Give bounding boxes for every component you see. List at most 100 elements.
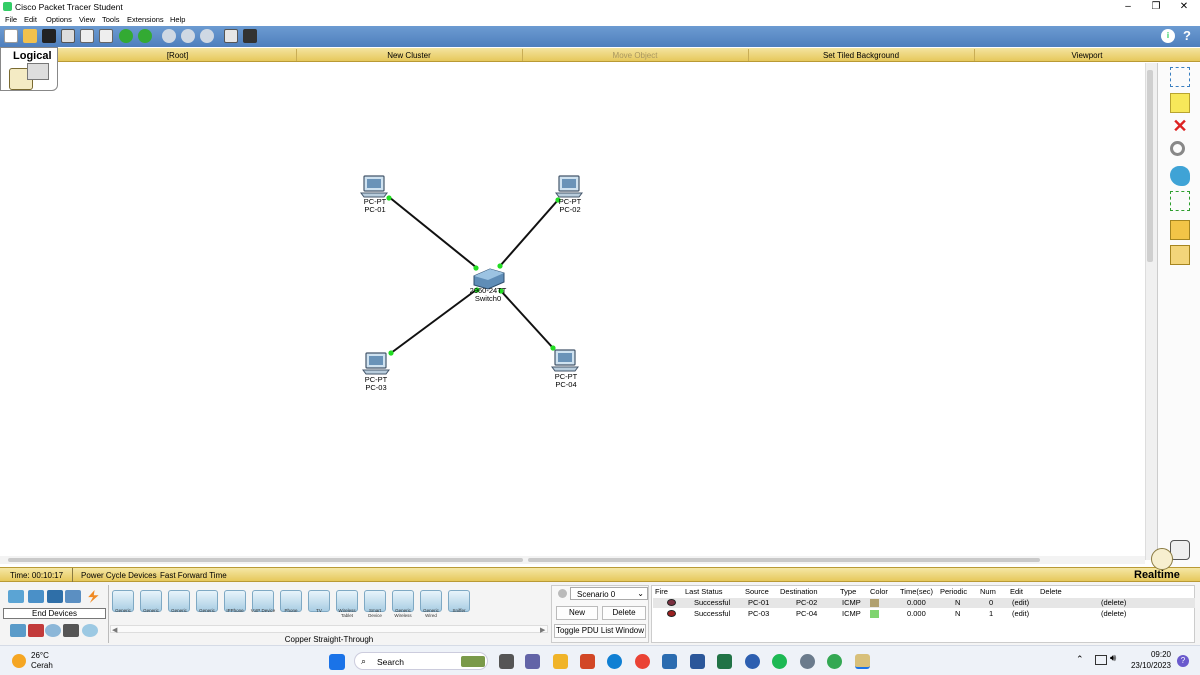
- connections-icon[interactable]: [88, 590, 99, 603]
- realtime-mode-label[interactable]: Realtime: [1134, 569, 1180, 581]
- note-icon[interactable]: [1170, 93, 1190, 113]
- delete-scenario-button[interactable]: Delete: [602, 606, 646, 620]
- power-cycle-button[interactable]: Power Cycle Devices: [81, 571, 157, 580]
- redo-icon[interactable]: [138, 29, 152, 43]
- horizontal-scrollbar-thumb[interactable]: [8, 558, 523, 562]
- minimize-button[interactable]: –: [1114, 0, 1142, 14]
- vertical-scrollbar-thumb[interactable]: [1147, 70, 1153, 262]
- edge-icon[interactable]: [607, 654, 622, 669]
- delete-pdu-link[interactable]: (delete): [1101, 598, 1126, 607]
- draw-shape-icon[interactable]: [1170, 166, 1190, 186]
- new-file-icon[interactable]: [4, 29, 18, 43]
- menu-file[interactable]: File: [5, 15, 17, 24]
- smart-city-subcategory-icon[interactable]: [45, 624, 61, 637]
- taskbar-search-box[interactable]: ⌕ Search: [354, 652, 488, 670]
- copy-icon[interactable]: [99, 29, 113, 43]
- logical-workspace[interactable]: PC-PT PC-01 PC-PT PC-02 2960-24TT Switch…: [0, 63, 1145, 560]
- pc01-icon[interactable]: [360, 175, 388, 198]
- delete-pdu-link[interactable]: (delete): [1101, 609, 1126, 618]
- home-subcategory-icon[interactable]: [28, 624, 44, 637]
- inspect-icon[interactable]: [1170, 141, 1185, 156]
- toggle-pdu-list-button[interactable]: Toggle PDU List Window: [554, 624, 646, 638]
- root-button[interactable]: [Root]: [60, 51, 295, 60]
- add-simple-pdu-icon[interactable]: [1170, 220, 1190, 240]
- excel-icon[interactable]: [717, 654, 732, 669]
- end-devices-icon[interactable]: [28, 590, 44, 603]
- packet-tracer-taskbar-icon[interactable]: [855, 654, 870, 669]
- network-icon[interactable]: [1095, 655, 1107, 665]
- new-scenario-button[interactable]: New: [556, 606, 598, 620]
- horizontal-scrollbar-thumb[interactable]: [528, 558, 1040, 562]
- activity-wizard-icon[interactable]: [80, 29, 94, 43]
- weather-sun-icon[interactable]: [12, 654, 26, 668]
- teams-icon[interactable]: [525, 654, 540, 669]
- fire-indicator-icon[interactable]: [667, 610, 676, 617]
- fire-indicator-icon[interactable]: [667, 599, 676, 606]
- save-icon[interactable]: [42, 29, 56, 43]
- pc03-icon[interactable]: [362, 352, 390, 375]
- set-tiled-background-button[interactable]: Set Tiled Background: [749, 51, 973, 60]
- add-complex-pdu-icon[interactable]: [1170, 245, 1190, 265]
- delete-icon[interactable]: ✕: [1170, 116, 1190, 136]
- zoom-in-icon[interactable]: [162, 29, 176, 43]
- simulation-mode-icon[interactable]: [1170, 540, 1190, 560]
- tray-overflow-chevron-icon[interactable]: ⌃: [1076, 654, 1084, 665]
- viewport-button[interactable]: Viewport: [975, 51, 1199, 60]
- realtime-clock-icon[interactable]: [1151, 548, 1173, 570]
- close-button[interactable]: ✕: [1170, 0, 1198, 14]
- components-icon[interactable]: [47, 590, 63, 603]
- network-devices-icon[interactable]: [8, 590, 24, 603]
- info-icon[interactable]: i: [1161, 29, 1175, 43]
- move-object-button[interactable]: Move Object: [523, 51, 747, 60]
- industrial-subcategory-icon[interactable]: [63, 624, 79, 637]
- select-icon[interactable]: [1170, 67, 1190, 87]
- windows-start-icon[interactable]: [329, 654, 345, 670]
- spotify-icon[interactable]: [772, 654, 787, 669]
- clock-date[interactable]: 23/10/2023: [1123, 661, 1171, 670]
- word-icon[interactable]: [690, 654, 705, 669]
- new-cluster-button[interactable]: New Cluster: [297, 51, 521, 60]
- powerpoint-icon[interactable]: [580, 654, 595, 669]
- scroll-left-icon[interactable]: ◀: [112, 626, 117, 634]
- resize-shape-icon[interactable]: [1170, 191, 1190, 211]
- store-icon[interactable]: [662, 654, 677, 669]
- menu-tools[interactable]: Tools: [102, 15, 120, 24]
- notification-help-icon[interactable]: ?: [1177, 655, 1189, 667]
- menu-help[interactable]: Help: [170, 15, 185, 24]
- link-pc04-switch[interactable]: [500, 290, 554, 349]
- power-grid-subcategory-icon[interactable]: [82, 624, 98, 637]
- device-list-scrollbar[interactable]: [110, 625, 548, 633]
- pc02-icon[interactable]: [555, 175, 583, 198]
- task-view-icon[interactable]: [499, 654, 514, 669]
- settings-gear-icon[interactable]: [800, 654, 815, 669]
- edit-pdu-link[interactable]: (edit): [1012, 598, 1029, 607]
- file-explorer-icon[interactable]: [553, 654, 568, 669]
- pc04-icon[interactable]: [551, 349, 579, 372]
- menu-view[interactable]: View: [79, 15, 95, 24]
- cluster-navigation-icon[interactable]: [27, 63, 49, 80]
- undo-icon[interactable]: [119, 29, 133, 43]
- print-icon[interactable]: [61, 29, 75, 43]
- link-pc01-switch[interactable]: [388, 196, 478, 269]
- help-icon[interactable]: ?: [1180, 29, 1194, 43]
- clock-time[interactable]: 09:20: [1133, 650, 1171, 659]
- custom-device-icon[interactable]: [243, 29, 257, 43]
- zoom-out-icon[interactable]: [200, 29, 214, 43]
- menu-extensions[interactable]: Extensions: [127, 15, 164, 24]
- logical-tab[interactable]: Logical: [0, 47, 58, 91]
- edit-pdu-link[interactable]: (edit): [1012, 609, 1029, 618]
- link-pc03-switch[interactable]: [390, 289, 477, 354]
- volume-icon[interactable]: 🔊︎: [1110, 653, 1116, 664]
- pc-subcategory-icon[interactable]: [10, 624, 26, 637]
- fast-forward-button[interactable]: Fast Forward Time: [160, 571, 227, 580]
- menu-options[interactable]: Options: [46, 15, 72, 24]
- app-icon[interactable]: [745, 654, 760, 669]
- multiuser-icon[interactable]: [65, 590, 81, 603]
- zoom-reset-icon[interactable]: [181, 29, 195, 43]
- chrome-icon[interactable]: [635, 654, 650, 669]
- menu-edit[interactable]: Edit: [24, 15, 37, 24]
- chrome-profile-icon[interactable]: [827, 654, 842, 669]
- palette-icon[interactable]: [224, 29, 238, 43]
- maximize-button[interactable]: ❐: [1142, 0, 1170, 14]
- open-folder-icon[interactable]: [23, 29, 37, 43]
